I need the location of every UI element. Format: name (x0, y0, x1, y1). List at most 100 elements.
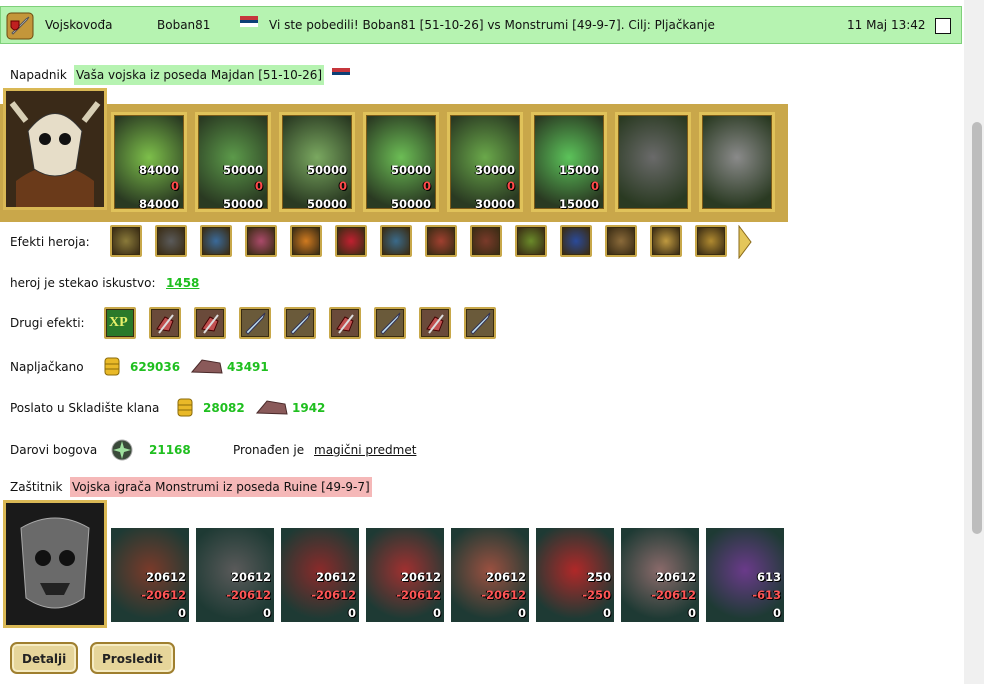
attacker-army: Vaša vojska iz poseda Majdan [51-10-26] (74, 65, 325, 85)
defender-unit-slot[interactable]: 20612 -20612 0 (366, 528, 444, 622)
fence-icon[interactable] (605, 225, 637, 257)
details-button[interactable]: Detalji (10, 642, 79, 674)
rune-icon[interactable] (245, 225, 277, 257)
unit-count: 20612 (485, 570, 526, 584)
fist-glyph (201, 314, 219, 334)
defender-unit-slot[interactable]: 613 -613 0 (706, 528, 784, 622)
report-date: 11 Maj 13:42 (847, 18, 926, 32)
unit-lost: -20612 (141, 588, 186, 602)
shield-icon[interactable] (380, 225, 412, 257)
heart-icon[interactable] (335, 225, 367, 257)
sword-icon[interactable] (239, 307, 271, 339)
unit-remaining: 50000 (306, 197, 347, 211)
fist-icon[interactable] (194, 307, 226, 339)
sword-glyph (290, 312, 311, 335)
amulet-icon[interactable] (560, 225, 592, 257)
unit-lost: 0 (590, 179, 599, 193)
unit-remaining: 0 (687, 606, 696, 620)
player-name: Boban81 (157, 18, 211, 32)
role-label: Vojskovođa (45, 18, 113, 32)
attacker-unit-slot[interactable]: 50000 0 50000 (279, 112, 355, 212)
unit-lost: -20612 (311, 588, 356, 602)
report-header: Vojskovođa Boban81 Vi ste pobedili! Boba… (0, 6, 962, 44)
unit-lost: -20612 (226, 588, 271, 602)
xp-icon[interactable]: XP (104, 307, 136, 339)
helmet-icon[interactable] (425, 225, 457, 257)
attacker-unit-slot[interactable]: 50000 0 50000 (363, 112, 439, 212)
attacker-hero-portrait[interactable] (3, 88, 107, 210)
unit-remaining: 0 (602, 606, 611, 620)
defender-unit-slot[interactable]: 20612 -20612 0 (451, 528, 529, 622)
attacker-unit-slot[interactable]: 84000 0 84000 (111, 112, 187, 212)
fire-chest-icon[interactable] (290, 225, 322, 257)
unit-remaining: 15000 (558, 197, 599, 211)
mask-icon[interactable] (515, 225, 547, 257)
fist-glyph (156, 314, 174, 334)
defender-unit-slot[interactable]: 20612 -20612 0 (621, 528, 699, 622)
unit-count: 30000 (474, 163, 515, 177)
sword-glyph (245, 312, 266, 335)
arrow-right-icon[interactable] (737, 225, 753, 259)
fist-icon[interactable] (149, 307, 181, 339)
chest-icon[interactable] (110, 225, 142, 257)
gifts-value: 21168 (149, 443, 191, 457)
forward-button[interactable]: Prosledit (90, 642, 175, 674)
sword-icon[interactable] (284, 307, 316, 339)
attacker-unit-slot[interactable] (615, 112, 691, 212)
gifts-label: Darovi bogova (10, 443, 98, 457)
unit-lost: 0 (254, 179, 263, 193)
defender-hero-portrait[interactable] (3, 500, 107, 628)
defender-unit-slot[interactable]: 20612 -20612 0 (196, 528, 274, 622)
attacker-unit-slot[interactable]: 30000 0 30000 (447, 112, 523, 212)
scroll-icon[interactable] (650, 225, 682, 257)
unit-count: 20612 (400, 570, 441, 584)
unit-count: 84000 (138, 163, 179, 177)
experience-value[interactable]: 1458 (166, 276, 199, 290)
ore-icon (190, 359, 223, 374)
unit-lost: 0 (422, 179, 431, 193)
unit-count: 15000 (558, 163, 599, 177)
experience-label: heroj je stekao iskustvo: (10, 276, 156, 290)
unit-remaining: 0 (262, 606, 271, 620)
unit-count: 20612 (655, 570, 696, 584)
unit-count: 50000 (222, 163, 263, 177)
fist-glyph (426, 314, 444, 334)
unit-count: 20612 (145, 570, 186, 584)
unit-remaining: 0 (517, 606, 526, 620)
attacker-unit-slot[interactable]: 50000 0 50000 (195, 112, 271, 212)
sword-icon[interactable] (464, 307, 496, 339)
clan-storage-gold: 28082 (203, 401, 245, 415)
fist-icon[interactable] (419, 307, 451, 339)
defender-unit-slot[interactable]: 250 -250 0 (536, 528, 614, 622)
fist-icon[interactable] (329, 307, 361, 339)
select-checkbox[interactable] (935, 18, 951, 34)
magic-item-link[interactable]: magični predmet (314, 443, 416, 457)
sword-icon[interactable] (374, 307, 406, 339)
ore-icon (255, 400, 288, 415)
banner-icon[interactable] (470, 225, 502, 257)
scrollbar-thumb[interactable] (972, 122, 982, 534)
unit-remaining: 0 (347, 606, 356, 620)
unit-count: 20612 (230, 570, 271, 584)
attacker-unit-slot[interactable]: 15000 0 15000 (531, 112, 607, 212)
sword-glyph (470, 312, 491, 335)
staff-icon[interactable] (695, 225, 727, 257)
unit-lost: 0 (506, 179, 515, 193)
unit-remaining: 50000 (390, 197, 431, 211)
green-orb-icon (111, 439, 133, 461)
defender-army: Vojska igrača Monstrumi iz poseda Ruine … (70, 477, 372, 497)
gold-coins-icon (177, 398, 193, 417)
unit-lost: -20612 (651, 588, 696, 602)
gems-icon[interactable] (200, 225, 232, 257)
unit-remaining: 0 (772, 606, 781, 620)
hero-effects-label: Efekti heroja: (10, 235, 90, 249)
fist-glyph (336, 314, 354, 334)
plundered-label: Napljačkano (10, 360, 84, 374)
attacker-unit-slot[interactable] (699, 112, 775, 212)
cage-icon[interactable] (155, 225, 187, 257)
found-label: Pronađen je (233, 443, 305, 457)
serbia-flag-icon (240, 16, 258, 27)
unit-remaining: 84000 (138, 197, 179, 211)
defender-unit-slot[interactable]: 20612 -20612 0 (281, 528, 359, 622)
defender-unit-slot[interactable]: 20612 -20612 0 (111, 528, 189, 622)
